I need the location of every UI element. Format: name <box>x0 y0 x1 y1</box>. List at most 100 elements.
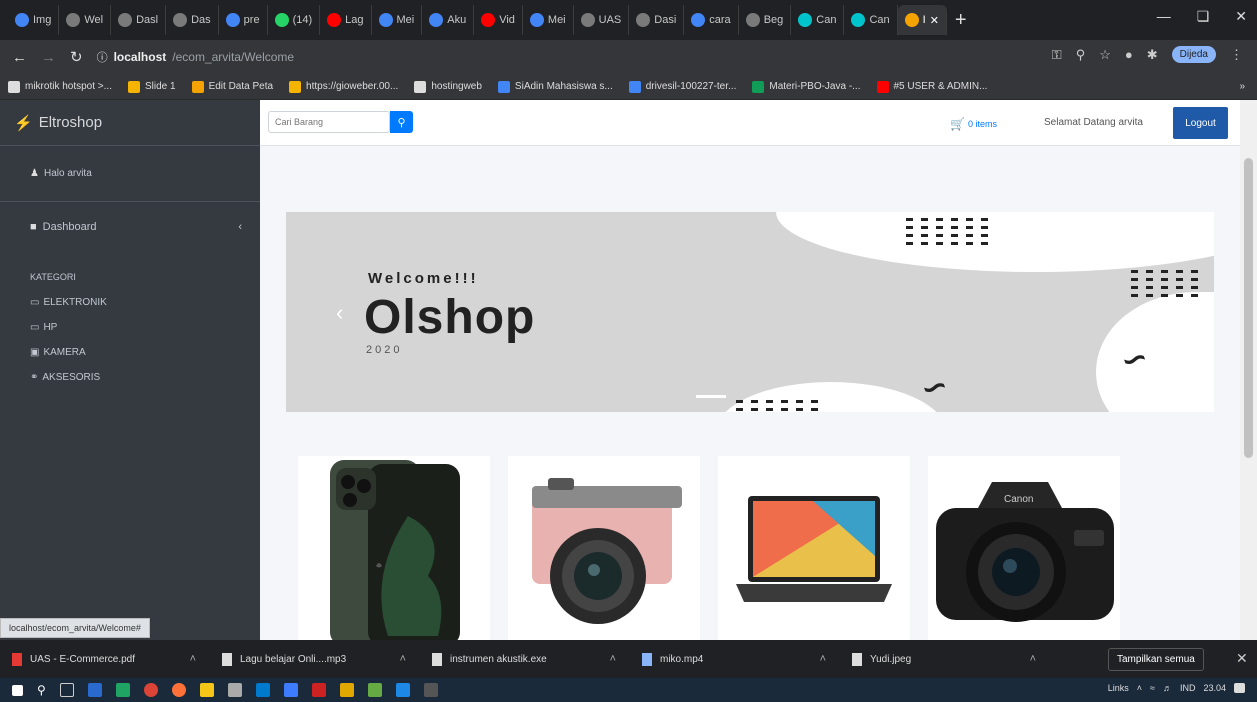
browser-tab[interactable]: I ✕ <box>897 5 947 35</box>
app-icon[interactable] <box>395 683 410 697</box>
browser-tab[interactable]: Aku <box>422 5 475 35</box>
browser-tab[interactable]: Lag <box>320 5 372 35</box>
profile-button[interactable]: Dijeda <box>1171 46 1216 63</box>
volume-icon[interactable]: ♬ <box>1163 683 1172 693</box>
browser-tab[interactable]: Vid <box>474 5 523 35</box>
carousel-prev-icon[interactable]: ‹ <box>336 300 343 326</box>
product-card[interactable] <box>298 456 490 640</box>
bookmark-item[interactable]: Slide 1 <box>127 80 176 93</box>
browser-tab[interactable]: Mei <box>372 5 423 35</box>
forward-icon[interactable]: → <box>41 49 56 66</box>
download-item[interactable]: instrumen akustik.exe ˄ <box>420 652 630 666</box>
star-icon[interactable]: ☆ <box>1099 47 1111 63</box>
download-item[interactable]: Yudi.jpeg ˄ <box>840 652 1050 666</box>
browser-tab[interactable]: Dasi <box>629 5 685 35</box>
scrollbar-thumb[interactable] <box>1244 158 1253 458</box>
product-card[interactable] <box>508 456 700 640</box>
download-item[interactable]: Lagu belajar Onli....mp3 ˄ <box>210 652 420 666</box>
maximize-icon[interactable]: ❏ <box>1197 8 1210 25</box>
app-icon[interactable] <box>283 683 298 697</box>
minimize-icon[interactable]: — <box>1157 8 1171 25</box>
product-card[interactable] <box>718 456 910 640</box>
back-icon[interactable]: ← <box>12 49 27 66</box>
close-tab-icon[interactable]: ✕ <box>930 14 939 27</box>
bookmark-item[interactable]: mikrotik hotspot >... <box>8 80 112 93</box>
new-tab-icon[interactable]: + <box>955 9 967 32</box>
sidebar-item-aksesoris[interactable]: ⚭ AKSESORIS <box>0 367 260 392</box>
app-icon[interactable] <box>115 683 130 697</box>
url-field[interactable]: ⓘ localhost/ecom_arvita/Welcome <box>97 49 295 65</box>
more-bookmarks-icon[interactable]: » <box>1239 81 1245 92</box>
vscode-icon[interactable] <box>255 683 270 697</box>
search-button[interactable]: ⚲ <box>390 111 413 133</box>
sidebar-item-dashboard[interactable]: ■ Dashboard ‹ <box>0 202 260 252</box>
chevron-up-icon[interactable]: ˄ <box>400 653 406 665</box>
browser-tab[interactable]: Beg <box>739 5 792 35</box>
download-item[interactable]: UAS - E-Commerce.pdf ˄ <box>0 652 210 666</box>
extension-icon[interactable]: ● <box>1125 47 1133 62</box>
firefox-icon[interactable] <box>171 683 186 697</box>
chevron-up-icon[interactable]: ˄ <box>1030 653 1036 665</box>
tray-links[interactable]: Links <box>1108 683 1129 693</box>
clock[interactable]: 23.04 <box>1203 683 1226 693</box>
bookmark-item[interactable]: hostingweb <box>414 80 482 93</box>
cart-link[interactable]: 🛒 0 items <box>950 117 997 131</box>
file-explorer-icon[interactable] <box>199 683 214 697</box>
app-icon[interactable] <box>339 683 354 697</box>
sidebar-item-hp[interactable]: ▭ HP <box>0 317 260 342</box>
menu-dots-icon[interactable]: ⋮ <box>1230 47 1243 63</box>
browser-tab[interactable]: Img <box>8 5 60 35</box>
chevron-up-icon[interactable]: ˄ <box>610 653 616 665</box>
browser-tab[interactable]: Wel <box>59 5 112 35</box>
browser-tab[interactable]: (14) <box>268 5 321 35</box>
task-view-icon[interactable] <box>59 683 74 697</box>
show-all-downloads-button[interactable]: Tampilkan semua <box>1108 648 1204 671</box>
download-item[interactable]: miko.mp4 ˄ <box>630 652 840 666</box>
sidebar-item-elektronik[interactable]: ▭ ELEKTRONIK <box>0 292 260 317</box>
language-indicator[interactable]: IND <box>1180 683 1196 693</box>
carousel-indicator[interactable] <box>696 395 726 398</box>
bookmark-item[interactable]: SiAdin Mahasiswa s... <box>497 80 613 93</box>
browser-tab[interactable]: cara <box>684 5 739 35</box>
browser-tab[interactable]: Mei <box>523 5 574 35</box>
chevron-up-icon[interactable]: ˄ <box>190 653 196 665</box>
key-icon[interactable]: ⚿ <box>1052 47 1062 63</box>
puzzle-icon[interactable]: ✱ <box>1147 47 1158 63</box>
browser-tab[interactable]: Can <box>844 5 898 35</box>
chevron-up-icon[interactable]: ˄ <box>1137 683 1142 693</box>
app-icon[interactable] <box>87 683 102 697</box>
windows-start-icon[interactable] <box>12 684 23 696</box>
chrome-icon[interactable] <box>143 683 158 697</box>
browser-tab[interactable]: UAS <box>574 5 630 35</box>
search-input[interactable] <box>268 111 390 133</box>
monitor-icon: ▭ <box>30 297 40 308</box>
product-card[interactable]: Canon <box>928 456 1120 640</box>
chevron-up-icon[interactable]: ˄ <box>820 653 826 665</box>
info-icon[interactable]: ⓘ <box>97 49 108 65</box>
bookmark-item[interactable]: Materi-PBO-Java -... <box>752 80 861 93</box>
brand[interactable]: ⚡ Eltroshop <box>0 100 260 146</box>
sidebar-item-kamera[interactable]: ▣ KAMERA <box>0 342 260 367</box>
page-scrollbar[interactable] <box>1240 100 1257 640</box>
browser-tab[interactable]: Can <box>791 5 845 35</box>
store-icon[interactable] <box>227 683 242 697</box>
bookmark-item[interactable]: drivesil-100227-ter... <box>628 80 736 93</box>
browser-tab[interactable]: pre <box>219 5 268 35</box>
browser-tab[interactable]: Das <box>166 5 219 35</box>
reload-icon[interactable]: ↻ <box>70 48 83 66</box>
logout-button[interactable]: Logout <box>1173 107 1228 139</box>
app-icon[interactable] <box>423 683 438 697</box>
close-download-bar-icon[interactable]: ✕ <box>1236 650 1248 667</box>
zoom-icon[interactable]: ⚲ <box>1076 47 1086 63</box>
bookmark-item[interactable]: #5 USER & ADMIN... <box>876 80 987 93</box>
user-panel[interactable]: ♟ Halo arvita <box>0 146 260 202</box>
search-icon[interactable]: ⚲ <box>37 683 46 697</box>
bookmark-item[interactable]: Edit Data Peta <box>191 80 273 93</box>
wifi-icon[interactable]: ≈ <box>1150 683 1155 693</box>
app-icon[interactable] <box>367 683 382 697</box>
close-window-icon[interactable]: ✕ <box>1235 8 1247 25</box>
app-icon[interactable] <box>311 683 326 697</box>
browser-tab[interactable]: Dasl <box>111 5 167 35</box>
bookmark-item[interactable]: https://gioweber.00... <box>289 80 398 93</box>
notification-icon[interactable] <box>1234 683 1245 693</box>
